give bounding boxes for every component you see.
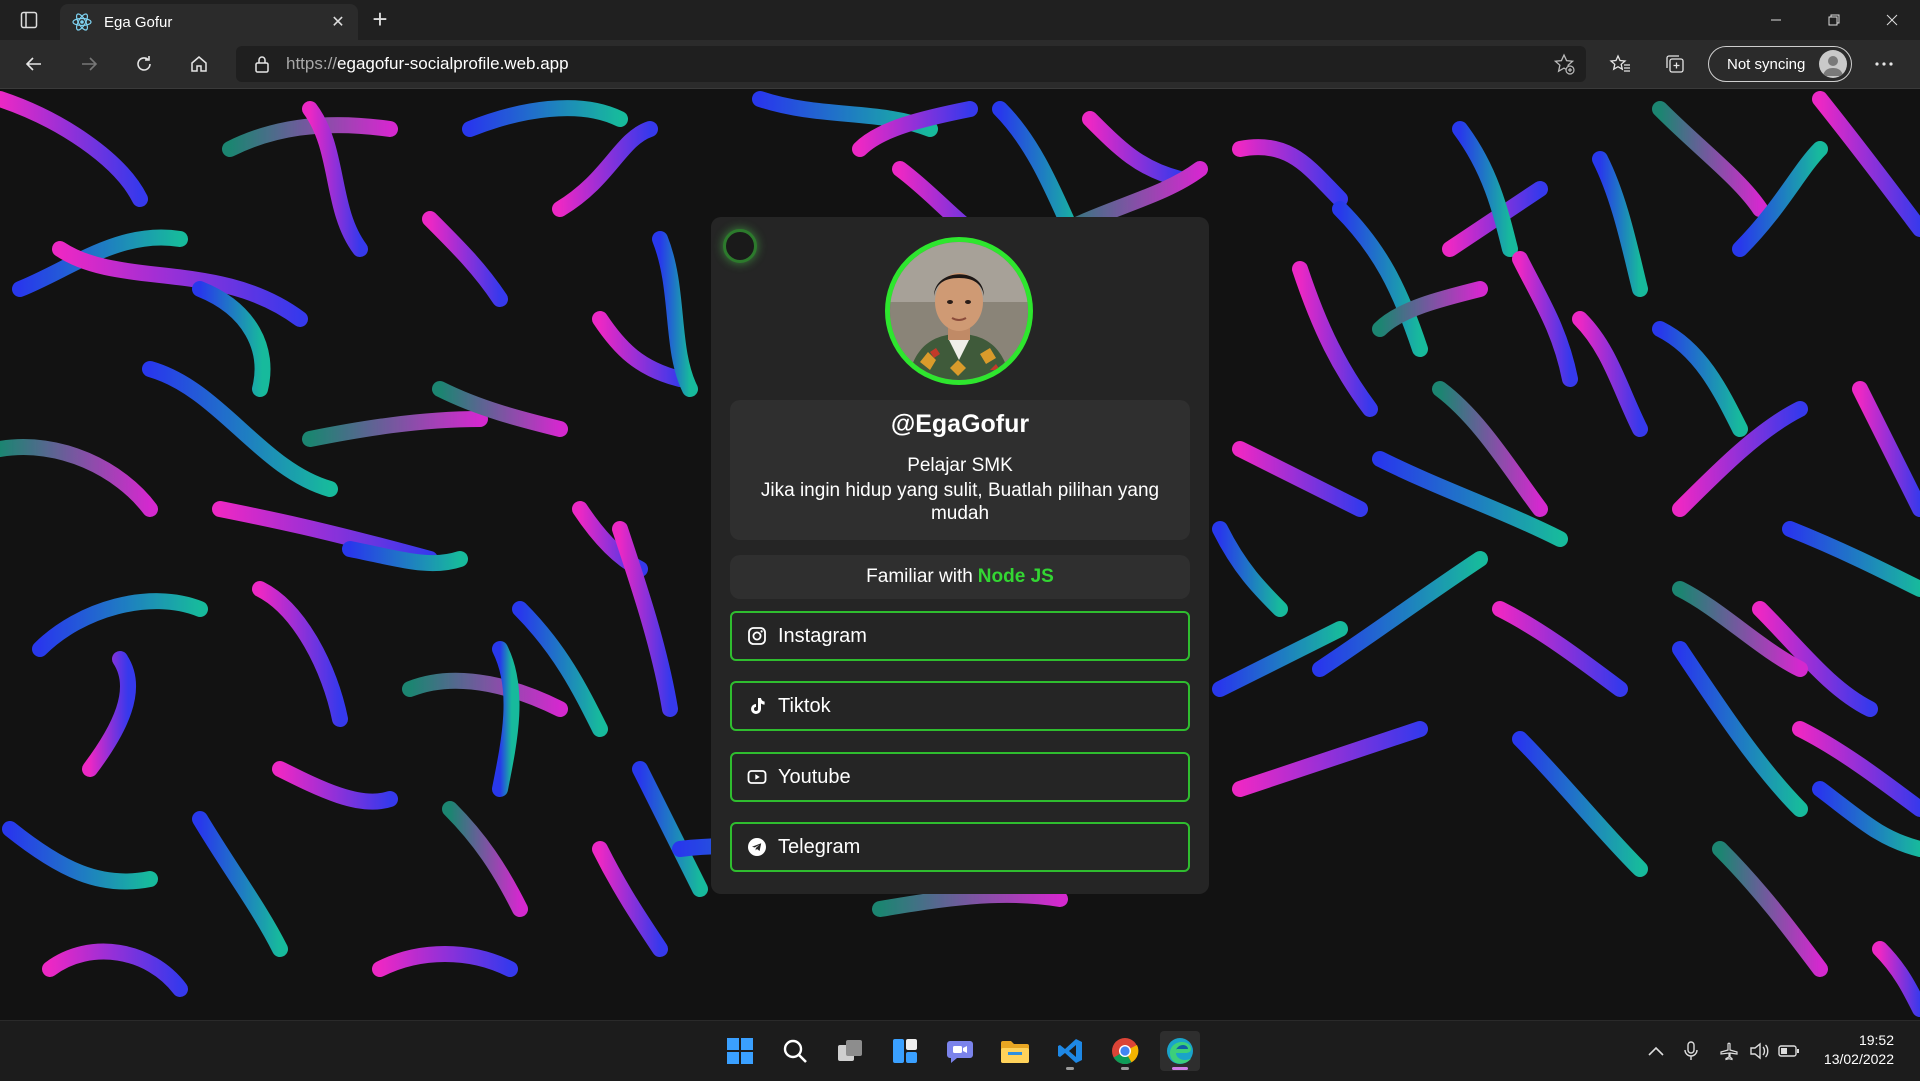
microphone-icon[interactable] <box>1680 1041 1702 1061</box>
profile-card: @EgaGofur Pelajar SMK Jika ingin hidup y… <box>711 217 1209 894</box>
widgets-icon <box>893 1039 917 1063</box>
instagram-icon <box>746 625 768 647</box>
chevron-up-icon[interactable] <box>1645 1041 1667 1061</box>
volume-icon[interactable] <box>1748 1041 1770 1061</box>
instagram-button[interactable]: Instagram <box>730 611 1190 661</box>
clock-date: 13/02/2022 <box>1823 1051 1894 1067</box>
youtube-icon <box>746 766 768 788</box>
browser-tab[interactable]: Ega Gofur ✕ <box>60 4 358 40</box>
browser-toolbar: https://egagofur-socialprofile.web.app N… <box>0 40 1920 89</box>
vscode-icon <box>1058 1039 1082 1063</box>
close-window-button[interactable] <box>1864 0 1920 40</box>
edge-icon <box>1167 1038 1193 1064</box>
youtube-label: Youtube <box>778 765 851 788</box>
close-tab-icon[interactable]: ✕ <box>326 10 350 34</box>
airplane-mode-icon[interactable] <box>1718 1041 1740 1061</box>
tiktok-icon <box>746 695 768 717</box>
telegram-button[interactable]: Telegram <box>730 822 1190 872</box>
youtube-button[interactable]: Youtube <box>730 752 1190 802</box>
favorites-icon[interactable] <box>1604 48 1636 80</box>
profile-sync-button[interactable]: Not syncing <box>1708 46 1852 82</box>
username: @EgaGofur <box>890 410 1030 438</box>
widgets-button[interactable] <box>885 1031 925 1071</box>
url-host: egagofur-socialprofile.web.app <box>337 54 569 73</box>
taskbar: 19:52 13/02/2022 <box>0 1020 1920 1081</box>
familiar-label: Familiar with <box>866 566 973 587</box>
tab-title: Ega Gofur <box>104 13 173 31</box>
avatar-icon <box>1819 50 1847 78</box>
restore-button[interactable] <box>1806 0 1862 40</box>
search-taskbar-button[interactable] <box>775 1031 815 1071</box>
refresh-icon[interactable] <box>128 48 160 80</box>
collections-icon[interactable] <box>1659 48 1691 80</box>
task-view-button[interactable] <box>830 1031 870 1071</box>
instagram-label: Instagram <box>778 624 867 647</box>
profile-photo <box>885 237 1033 385</box>
folder-icon <box>1001 1041 1029 1063</box>
running-indicator <box>1066 1067 1074 1070</box>
sync-label: Not syncing <box>1727 55 1806 73</box>
vscode-button[interactable] <box>1050 1031 1090 1071</box>
task-view-icon <box>838 1040 862 1061</box>
more-options-icon[interactable] <box>1868 48 1900 80</box>
tiktok-label: Tiktok <box>778 694 831 717</box>
battery-icon[interactable] <box>1778 1041 1800 1061</box>
forward-icon[interactable] <box>73 48 105 80</box>
address-bar[interactable]: https://egagofur-socialprofile.web.app <box>236 46 1586 82</box>
chrome-icon <box>1112 1038 1139 1065</box>
minimize-button[interactable] <box>1748 0 1804 40</box>
home-icon[interactable] <box>183 48 215 80</box>
edge-button[interactable] <box>1160 1031 1200 1071</box>
teams-chat-button[interactable] <box>940 1031 980 1071</box>
familiar-tech: Node JS <box>977 566 1054 587</box>
running-indicator <box>1121 1067 1129 1070</box>
role-text: Pelajar SMK <box>907 455 1013 476</box>
bio-text: Jika ingin hidup yang sulit, Buatlah pil… <box>760 480 1160 524</box>
file-explorer-button[interactable] <box>995 1031 1035 1071</box>
url-scheme: https:// <box>286 54 338 73</box>
page-viewport: @EgaGofur Pelajar SMK Jika ingin hidup y… <box>0 89 1920 1020</box>
running-indicator <box>1172 1067 1188 1070</box>
react-icon <box>72 12 92 32</box>
chat-icon <box>947 1041 973 1063</box>
status-indicator <box>723 229 757 263</box>
windows-icon <box>727 1038 753 1064</box>
chrome-button[interactable] <box>1105 1031 1145 1071</box>
title-bar: Ega Gofur ✕ + <box>0 0 1920 40</box>
new-tab-button[interactable]: + <box>366 6 394 32</box>
bio-box: @EgaGofur Pelajar SMK Jika ingin hidup y… <box>730 400 1190 540</box>
telegram-label: Telegram <box>778 835 861 858</box>
system-clock[interactable]: 19:52 13/02/2022 <box>1824 1031 1894 1069</box>
back-icon[interactable] <box>18 48 50 80</box>
tiktok-button[interactable]: Tiktok <box>730 681 1190 731</box>
telegram-icon <box>746 836 768 858</box>
tab-actions-icon[interactable] <box>16 8 42 32</box>
clock-time: 19:52 <box>1858 1032 1894 1048</box>
search-icon <box>783 1039 807 1063</box>
familiar-box: Familiar with Node JS <box>730 555 1190 599</box>
start-button[interactable] <box>720 1031 760 1071</box>
add-favorite-icon[interactable] <box>1552 52 1576 76</box>
lock-icon[interactable] <box>252 55 272 73</box>
